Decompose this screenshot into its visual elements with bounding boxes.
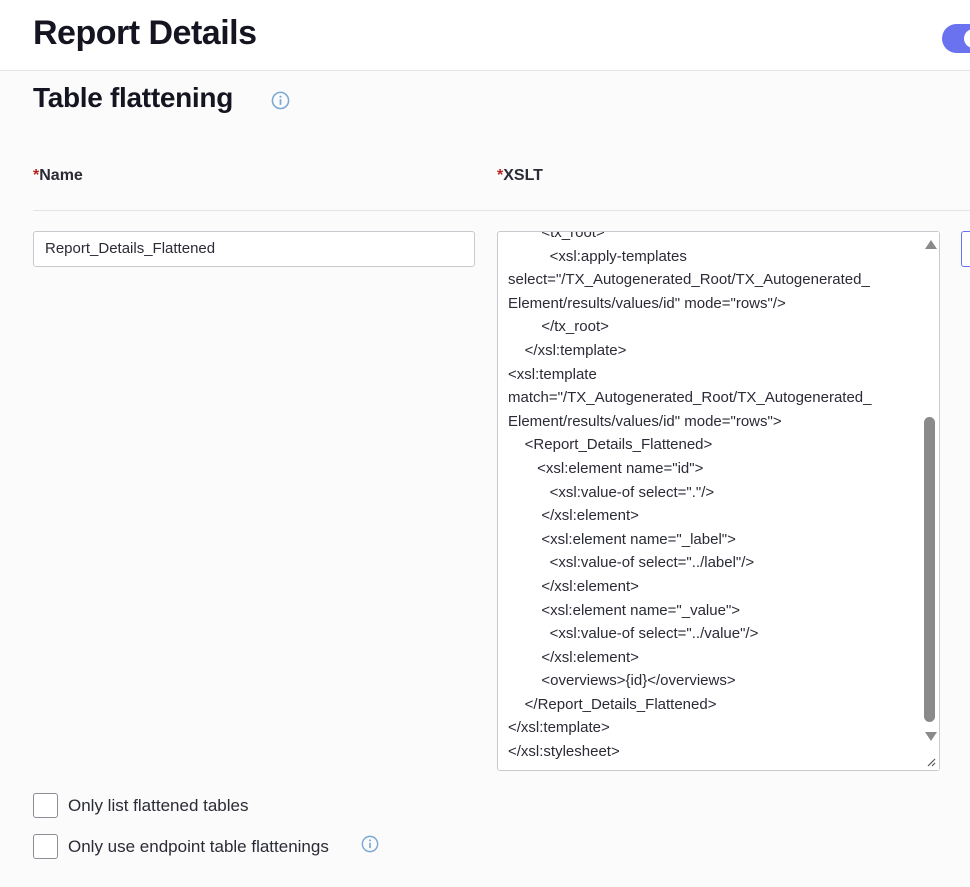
adjacent-field-edge[interactable] (961, 231, 970, 267)
name-input[interactable]: Report_Details_Flattened (33, 231, 475, 267)
info-circle-icon[interactable] (361, 835, 379, 853)
xslt-code-line: <xsl:element name="id"> (508, 459, 704, 477)
page-title: Report Details (33, 14, 257, 52)
xslt-code-line: </tx_root> (508, 318, 609, 336)
checkbox-label: Only use endpoint table flattenings (68, 837, 329, 856)
xslt-code-line: match="/TX_Autogenerated_Root/TX_Autogen… (508, 389, 872, 407)
header-divider (33, 210, 970, 211)
scroll-up-arrow-icon[interactable] (925, 240, 937, 249)
xslt-code-line: <Report_Details_Flattened> (508, 436, 713, 454)
checkbox[interactable] (33, 834, 58, 859)
xslt-code-line: Element/results/values/id" mode="rows"/> (508, 294, 786, 312)
xslt-code-line: <xsl:value-of select="."/> (508, 483, 715, 501)
xslt-code-line: </xsl:template> (508, 341, 627, 359)
name-label-text: Name (39, 167, 83, 184)
toggle-knob (964, 29, 970, 48)
xslt-label-text: XSLT (503, 167, 543, 184)
xslt-code-line: </xsl:element> (508, 507, 639, 525)
xslt-code-line: <tx_root> (508, 231, 605, 241)
xslt-code-line: <xsl:element name="_value"> (508, 601, 741, 619)
name-column-label: *Name (33, 167, 83, 185)
xslt-code-line: <xsl:value-of select="../label"/> (508, 554, 755, 572)
xslt-code-line: <xsl:element name="_label"> (508, 530, 736, 548)
xslt-code-line: <xsl:value-of select="../value"/> (508, 625, 759, 643)
xslt-code-line: Element/results/values/id" mode="rows"> (508, 412, 782, 430)
scroll-down-arrow-icon[interactable] (925, 732, 937, 741)
xslt-code-line: </xsl:element> (508, 648, 639, 666)
xslt-column-label: *XSLT (497, 167, 543, 185)
xslt-code-line: <xsl:template (508, 365, 597, 383)
xslt-code-lines: <tx_root> <xsl:apply-templates select="/T… (508, 231, 913, 764)
xslt-code-line: </xsl:element> (508, 577, 639, 595)
checkbox-label: Only list flattened tables (68, 796, 249, 815)
section-title: Table flattening (33, 82, 234, 113)
resize-handle-icon[interactable] (921, 752, 939, 770)
info-circle-icon[interactable] (271, 91, 290, 110)
xslt-textarea[interactable]: <tx_root> <xsl:apply-templates select="/T… (497, 231, 940, 771)
xslt-code-line: <xsl:apply-templates (508, 247, 687, 265)
header-toggle-switch[interactable] (942, 24, 970, 53)
scroll-thumb[interactable] (924, 417, 935, 722)
xslt-code-line: </xsl:template> (508, 719, 610, 737)
checkbox[interactable] (33, 793, 58, 818)
xslt-code-line: </Report_Details_Flattened> (508, 695, 717, 713)
xslt-scrollbar[interactable] (921, 232, 939, 752)
xslt-code-line: <overviews>{id}</overviews> (508, 672, 736, 690)
xslt-code-line: select="/TX_Autogenerated_Root/TX_Autoge… (508, 271, 870, 289)
page-header: Report Details (0, 0, 970, 71)
xslt-code-line: </xsl:stylesheet> (508, 743, 620, 761)
